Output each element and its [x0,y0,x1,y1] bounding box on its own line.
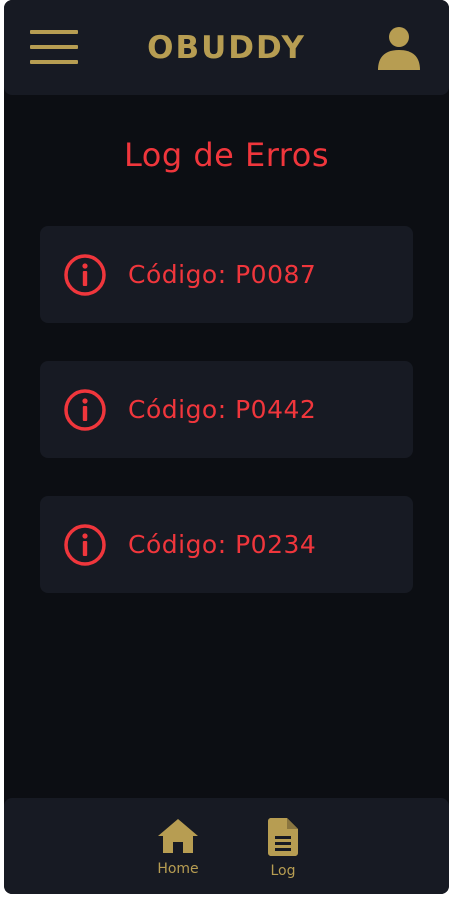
user-icon[interactable] [376,26,422,70]
error-code: Código: P0087 [128,260,317,289]
top-bar: OBUDDY [4,0,449,95]
error-code: Código: P0442 [128,395,317,424]
document-icon [268,818,298,856]
home-icon [158,819,198,853]
error-code: Código: P0234 [128,530,317,559]
info-circle-icon [64,254,106,296]
error-card[interactable]: Código: P0442 [40,361,413,458]
nav-log[interactable]: Log [264,818,302,880]
nav-home-label: Home [157,861,199,877]
info-circle-icon [64,524,106,566]
nav-home[interactable]: Home [152,818,204,878]
nav-log-label: Log [270,863,296,879]
app-frame: OBUDDY Log de Erros Código: P0087 Código… [4,0,449,894]
error-card[interactable]: Código: P0087 [40,226,413,323]
page-title: Log de Erros [123,136,329,174]
bottom-nav: Home Log [4,798,449,894]
info-circle-icon [64,389,106,431]
error-card[interactable]: Código: P0234 [40,496,413,593]
